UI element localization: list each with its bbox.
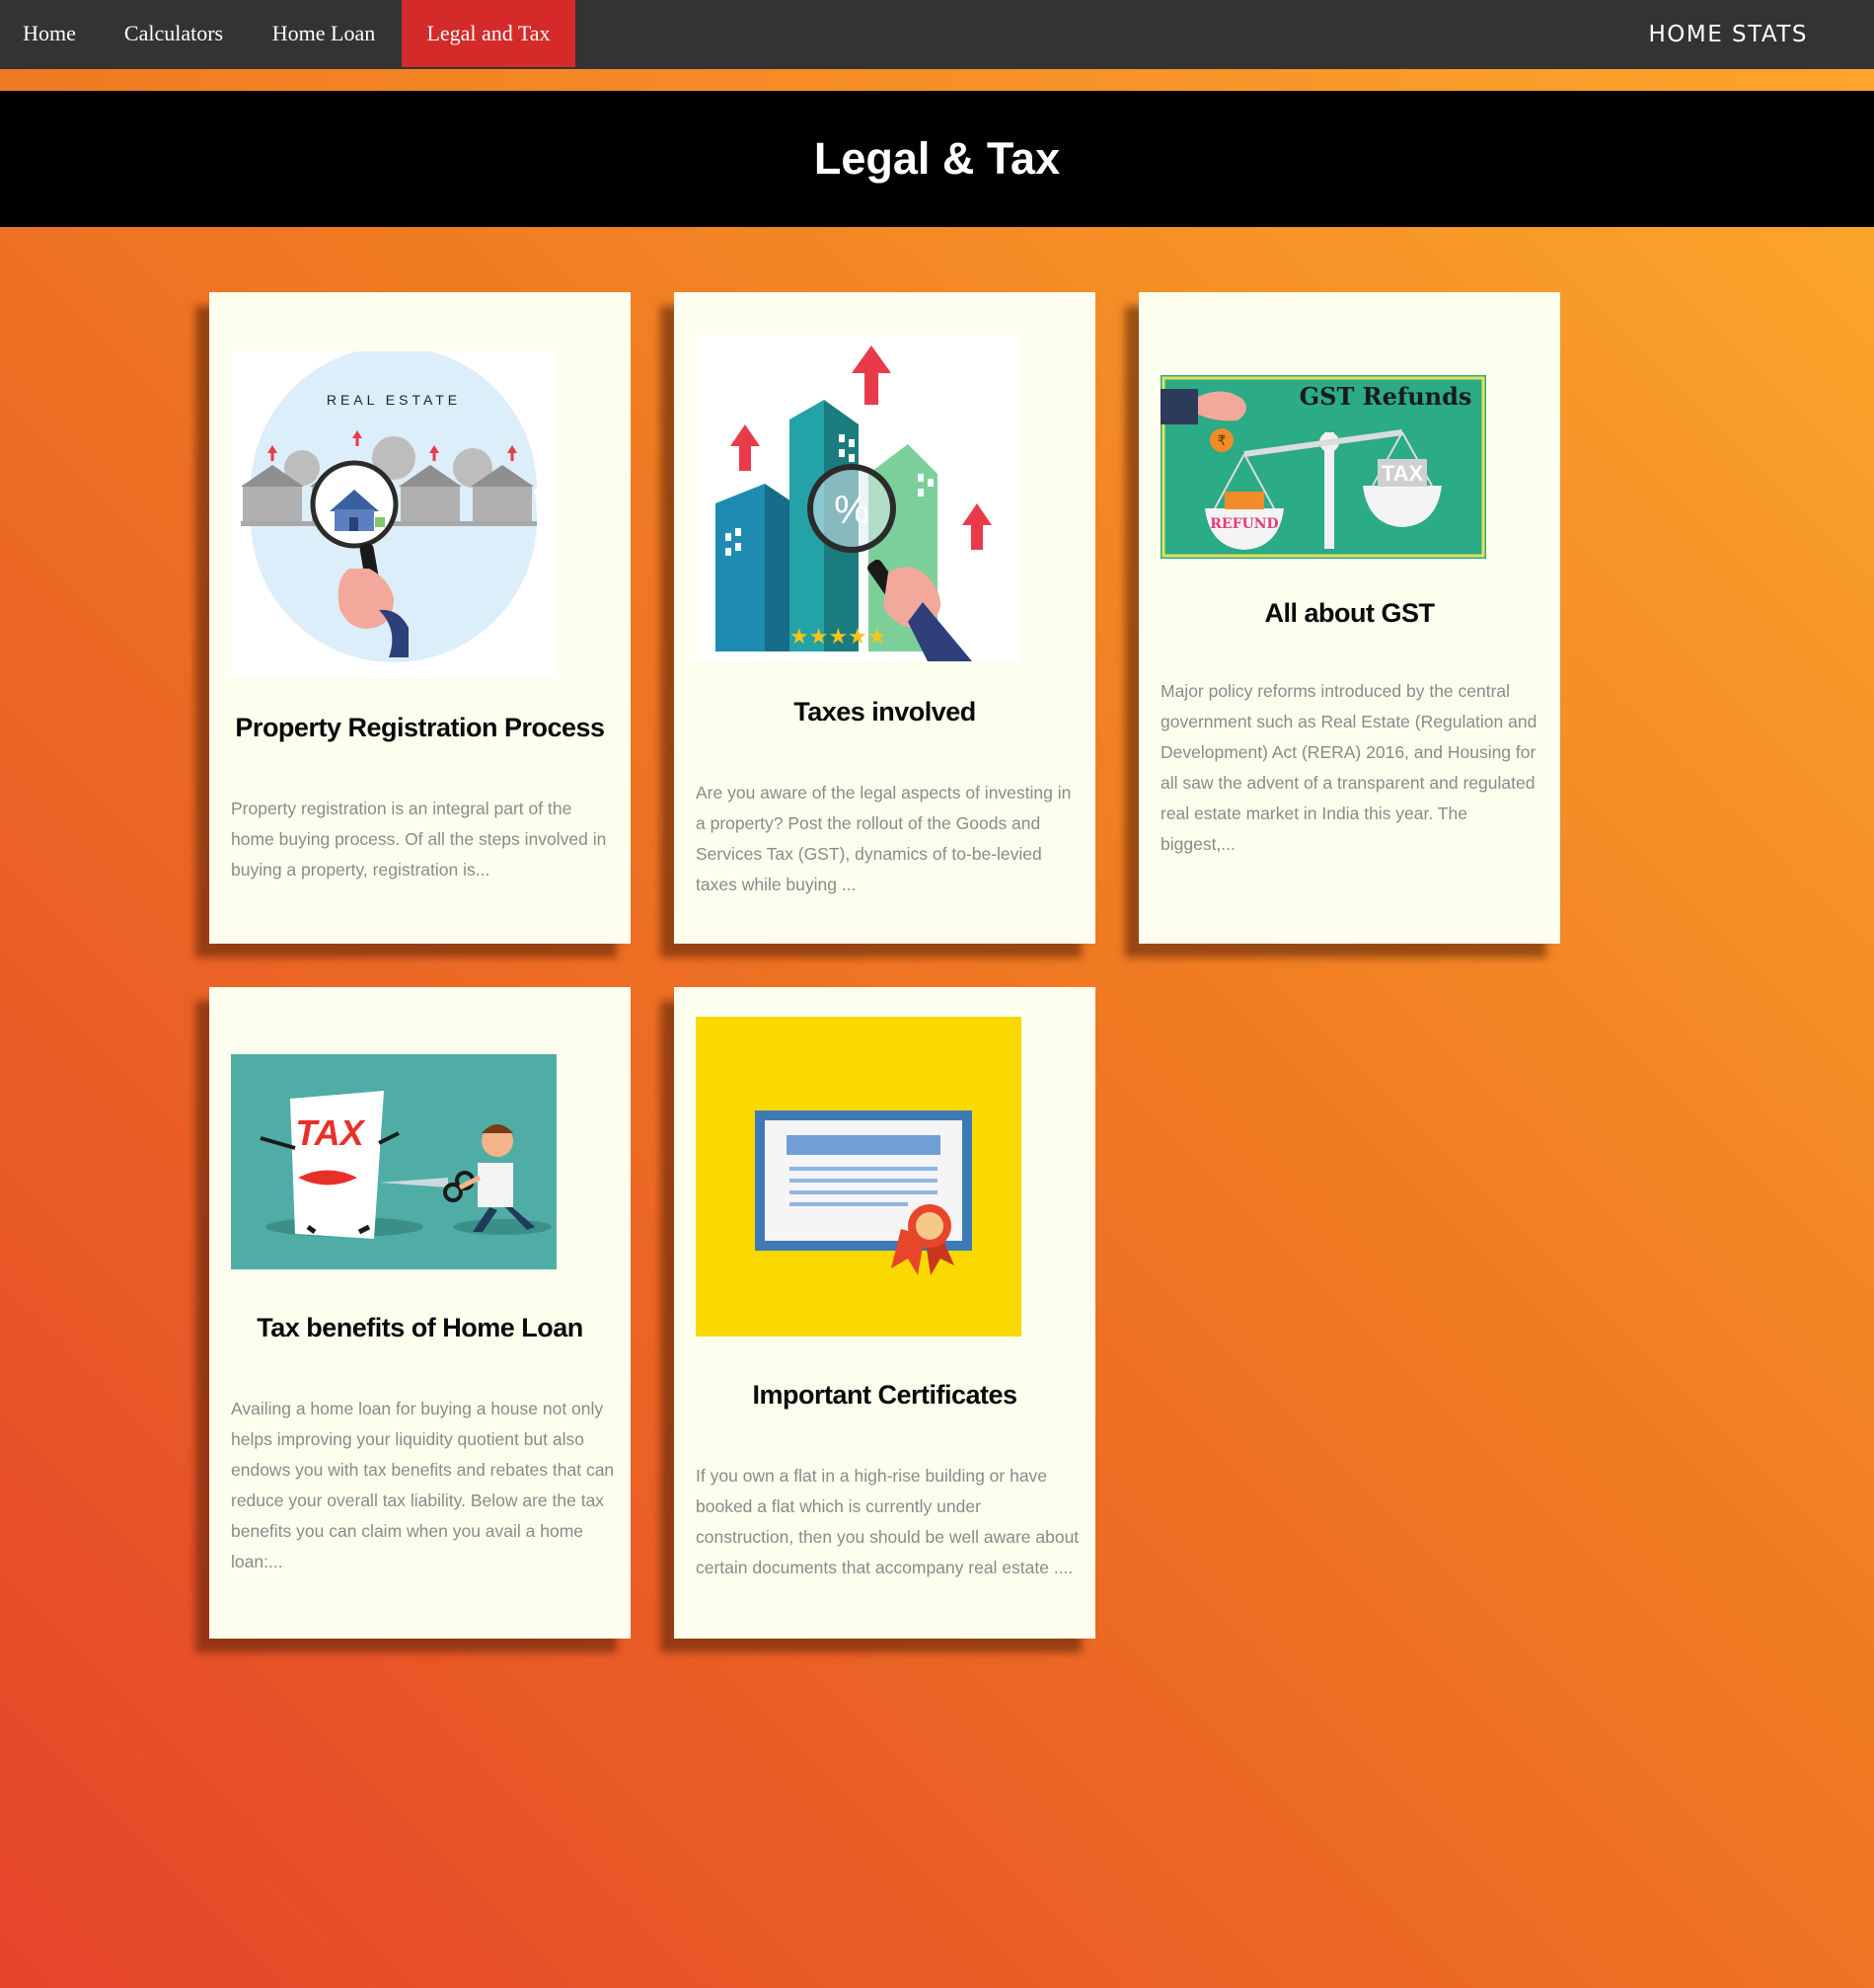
real-estate-label: REAL ESTATE — [327, 392, 461, 408]
svg-text:★★★★★: ★★★★★ — [789, 625, 887, 650]
nav-legal-and-tax[interactable]: Legal and Tax — [402, 0, 575, 67]
brand-logo[interactable]: HOME STATS — [1648, 0, 1808, 69]
tax-cutout-label: TAX — [295, 1112, 365, 1153]
card-image-taxes: % ★★★★★ — [696, 336, 1021, 661]
card-tax-benefits-home-loan[interactable]: TAX Tax benefits of Home Loan Availing a… — [209, 987, 631, 1639]
nav-home[interactable]: Home — [0, 0, 99, 67]
card-taxes-involved[interactable]: % ★★★★★ Taxes involved Are you aware of … — [674, 292, 1095, 944]
nav-home-loan[interactable]: Home Loan — [253, 0, 395, 67]
card-all-about-gst[interactable]: GST Refunds ₹ REFUND TAX All about GST M… — [1139, 292, 1560, 944]
card-excerpt: Major policy reforms introduced by the c… — [1161, 681, 1537, 854]
percent-icon: % — [834, 489, 869, 532]
card-title[interactable]: Tax benefits of Home Loan — [209, 1313, 631, 1343]
page-title: Legal & Tax — [813, 133, 1061, 184]
card-title[interactable]: All about GST — [1139, 598, 1560, 629]
svg-text:₹: ₹ — [1218, 433, 1227, 449]
card-title[interactable]: Property Registration Process — [209, 713, 631, 743]
card-title[interactable]: Taxes involved — [674, 697, 1095, 727]
refund-label: REFUND — [1210, 516, 1278, 532]
card-image-gst-refunds: GST Refunds ₹ REFUND TAX — [1161, 375, 1486, 559]
nav-calculators[interactable]: Calculators — [107, 0, 241, 67]
card-image-tax-cut: TAX — [231, 1054, 557, 1269]
card-title[interactable]: Important Certificates — [674, 1380, 1095, 1411]
gst-refunds-label: GST Refunds — [1300, 382, 1472, 411]
card-excerpt: If you own a flat in a high-rise buildin… — [696, 1466, 1080, 1577]
card-excerpt: Availing a home loan for buying a house … — [231, 1399, 615, 1571]
card-image-real-estate: REAL ESTATE — [231, 351, 557, 677]
card-important-certificates[interactable]: Important Certificates If you own a flat… — [674, 987, 1095, 1639]
card-property-registration[interactable]: REAL ESTATE Property Registration Proces… — [209, 292, 631, 944]
tax-label: TAX — [1382, 461, 1424, 486]
accent-strip — [0, 69, 1874, 91]
top-navbar: Home Calculators Home Loan Legal and Tax… — [0, 0, 1874, 69]
card-image-certificate — [696, 1017, 1021, 1337]
card-excerpt: Are you aware of the legal aspects of in… — [696, 783, 1072, 894]
card-excerpt: Property registration is an integral par… — [231, 799, 607, 879]
page-header: Legal & Tax — [0, 91, 1874, 227]
